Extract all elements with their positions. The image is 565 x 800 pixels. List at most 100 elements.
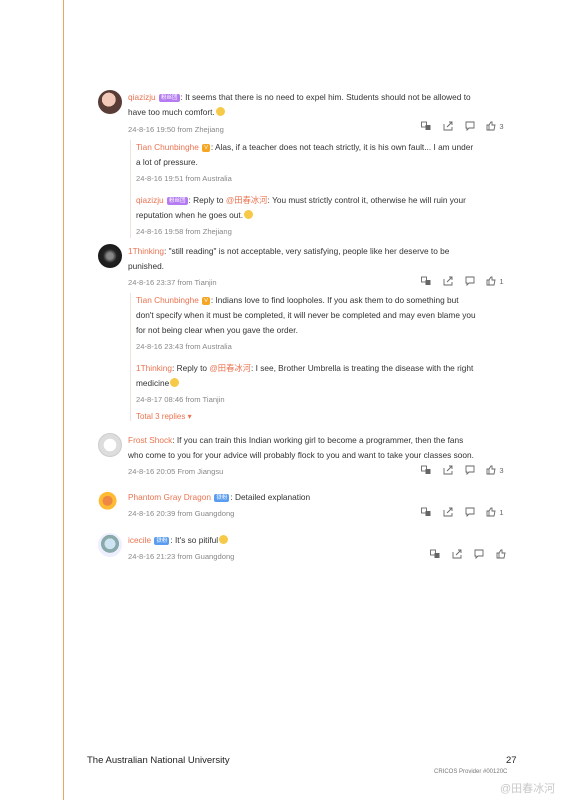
reply-username[interactable]: Tian Chunbinghe bbox=[136, 295, 199, 305]
reply-prefix: : Reply to bbox=[188, 195, 226, 205]
share-icon[interactable] bbox=[446, 548, 468, 560]
reply-text-line: Tian Chunbinghe V: Indians love to find … bbox=[136, 293, 514, 308]
like-count: 1 bbox=[499, 276, 504, 286]
thumb-up-icon bbox=[486, 465, 496, 475]
reply-text-line: medicine bbox=[136, 376, 514, 391]
comment-username[interactable]: Phantom Gray Dragon bbox=[128, 492, 211, 502]
comment-username[interactable]: icecile bbox=[128, 535, 151, 545]
comment-text: : Detailed explanation bbox=[230, 492, 311, 502]
reply-thread: Tian Chunbinghe V: Alas, if a teacher do… bbox=[130, 140, 514, 238]
mention-link[interactable]: @田春冰河 bbox=[226, 195, 268, 205]
reply-text-line: 1Thinking: Reply to @田春冰河: I see, Brothe… bbox=[136, 361, 514, 376]
reply-icon[interactable] bbox=[459, 120, 481, 132]
reply-icon[interactable] bbox=[468, 548, 490, 560]
avatar[interactable] bbox=[98, 90, 122, 114]
emoji-icon bbox=[170, 378, 180, 387]
page-number: 27 bbox=[506, 755, 517, 766]
mention-link[interactable]: @田春冰河 bbox=[209, 363, 251, 373]
translate-icon[interactable] bbox=[415, 464, 437, 476]
comment-text-line: 1Thinking: "still reading" is not accept… bbox=[128, 244, 508, 259]
comment-text-line: Frost Shock: If you can train this India… bbox=[128, 433, 508, 448]
avatar[interactable] bbox=[98, 533, 122, 557]
like-button[interactable]: 3 bbox=[481, 464, 509, 476]
reply-prefix: : Reply to bbox=[171, 363, 210, 373]
reply-thread: Tian Chunbinghe V: Indians love to find … bbox=[130, 293, 514, 421]
comment-text: : It's so pitiful bbox=[170, 535, 219, 545]
like-button[interactable]: 3 bbox=[481, 120, 509, 132]
translate-icon[interactable] bbox=[415, 120, 437, 132]
comment-text: who come to you for your advice will pro… bbox=[128, 450, 474, 460]
comment-text-line: qiazizju 粉丝团: It seems that there is no … bbox=[128, 90, 508, 105]
reply-icon[interactable] bbox=[459, 506, 481, 518]
chevron-down-icon: ▾ bbox=[187, 412, 192, 421]
thumb-up-icon bbox=[486, 507, 496, 517]
reply-icon[interactable] bbox=[459, 464, 481, 476]
thumb-up-icon bbox=[486, 121, 496, 131]
reply-text: for not being clear when you gave the or… bbox=[136, 325, 298, 335]
reply-icon[interactable] bbox=[459, 275, 481, 287]
comment-text: punished. bbox=[128, 261, 164, 271]
comment-text: : "still reading" is not acceptable, ver… bbox=[163, 246, 450, 256]
emoji-icon bbox=[215, 107, 225, 116]
iron-fan-badge: 铁粉 bbox=[154, 537, 170, 545]
comment-actions: 3 bbox=[415, 120, 509, 132]
reply-username[interactable]: qiazizju bbox=[136, 195, 164, 205]
emoji-icon bbox=[244, 210, 254, 219]
avatar[interactable] bbox=[98, 244, 122, 268]
like-button[interactable]: 1 bbox=[481, 506, 509, 518]
reply-text-line: qiazizju 粉丝团: Reply to @田春冰河: You must s… bbox=[136, 193, 514, 208]
translate-icon[interactable] bbox=[424, 548, 446, 560]
footer-cricos: CRICOS Provider #00120C bbox=[434, 769, 508, 775]
iron-fan-badge: 铁粉 bbox=[214, 494, 230, 502]
translate-icon[interactable] bbox=[415, 506, 437, 518]
footer-university: The Australian National University bbox=[87, 755, 230, 766]
reply-text-line: Tian Chunbinghe V: Alas, if a teacher do… bbox=[136, 140, 514, 155]
like-count: 3 bbox=[499, 465, 504, 475]
comment-text-line: have too much comfort. bbox=[128, 105, 508, 120]
comment-text: : If you can train this Indian working g… bbox=[172, 435, 464, 445]
share-icon[interactable] bbox=[437, 464, 459, 476]
comment-actions: 1 bbox=[415, 506, 509, 518]
reply-meta: 24-8-17 08:46 from Tianjin bbox=[136, 395, 225, 404]
reply-username[interactable]: Tian Chunbinghe bbox=[136, 142, 199, 152]
like-button[interactable]: 1 bbox=[481, 275, 509, 287]
comment-username[interactable]: 1Thinking bbox=[128, 246, 164, 256]
avatar[interactable] bbox=[98, 433, 122, 457]
comment-text: have too much comfort. bbox=[128, 107, 215, 117]
share-icon[interactable] bbox=[437, 120, 459, 132]
verified-badge: V bbox=[202, 144, 210, 152]
thumb-up-icon bbox=[486, 276, 496, 286]
comment-text-line: icecile 铁粉: It's so pitiful bbox=[128, 533, 508, 548]
reply-meta: 24-8-16 19:51 from Australia bbox=[136, 174, 232, 183]
total-replies-link[interactable]: Total 3 replies ▾ bbox=[136, 412, 514, 421]
comment-username[interactable]: Frost Shock bbox=[128, 435, 172, 445]
reply-text: : Indians love to find loopholes. If you… bbox=[210, 295, 459, 305]
watermark: @田春冰河 bbox=[500, 783, 556, 795]
reply-meta: 24-8-16 19:58 from Zhejiang bbox=[136, 227, 232, 236]
reply-meta: 24-8-16 23:43 from Australia bbox=[136, 342, 232, 351]
like-count: 3 bbox=[499, 121, 504, 131]
reply-text: : Alas, if a teacher does not teach stri… bbox=[210, 142, 474, 152]
fan-badge: 粉丝团 bbox=[166, 197, 188, 205]
share-icon[interactable] bbox=[437, 506, 459, 518]
like-button[interactable] bbox=[490, 548, 512, 560]
fan-badge: 粉丝团 bbox=[158, 94, 180, 102]
verified-badge: V bbox=[202, 297, 210, 305]
reply-text: : I see, Brother Umbrella is treating th… bbox=[250, 363, 474, 373]
reply-username[interactable]: 1Thinking bbox=[136, 363, 172, 373]
reply-text: : You must strictly control it, otherwis… bbox=[267, 195, 466, 205]
comment-username[interactable]: qiazizju bbox=[128, 92, 156, 102]
total-replies-label: Total 3 replies bbox=[136, 412, 186, 421]
comment-text-line: Phantom Gray Dragon 铁粉: Detailed explana… bbox=[128, 490, 508, 505]
thumb-up-icon bbox=[496, 549, 506, 559]
reply-text: a lot of pressure. bbox=[136, 157, 198, 167]
reply-text: reputation when he goes out. bbox=[136, 210, 244, 220]
avatar[interactable] bbox=[98, 490, 122, 514]
comment-actions bbox=[424, 548, 512, 560]
translate-icon[interactable] bbox=[415, 275, 437, 287]
comment-actions: 3 bbox=[415, 464, 509, 476]
emoji-icon bbox=[219, 535, 229, 544]
comment-text: : It seems that there is no need to expe… bbox=[180, 92, 471, 102]
share-icon[interactable] bbox=[437, 275, 459, 287]
reply-text-line: reputation when he goes out. bbox=[136, 208, 514, 223]
